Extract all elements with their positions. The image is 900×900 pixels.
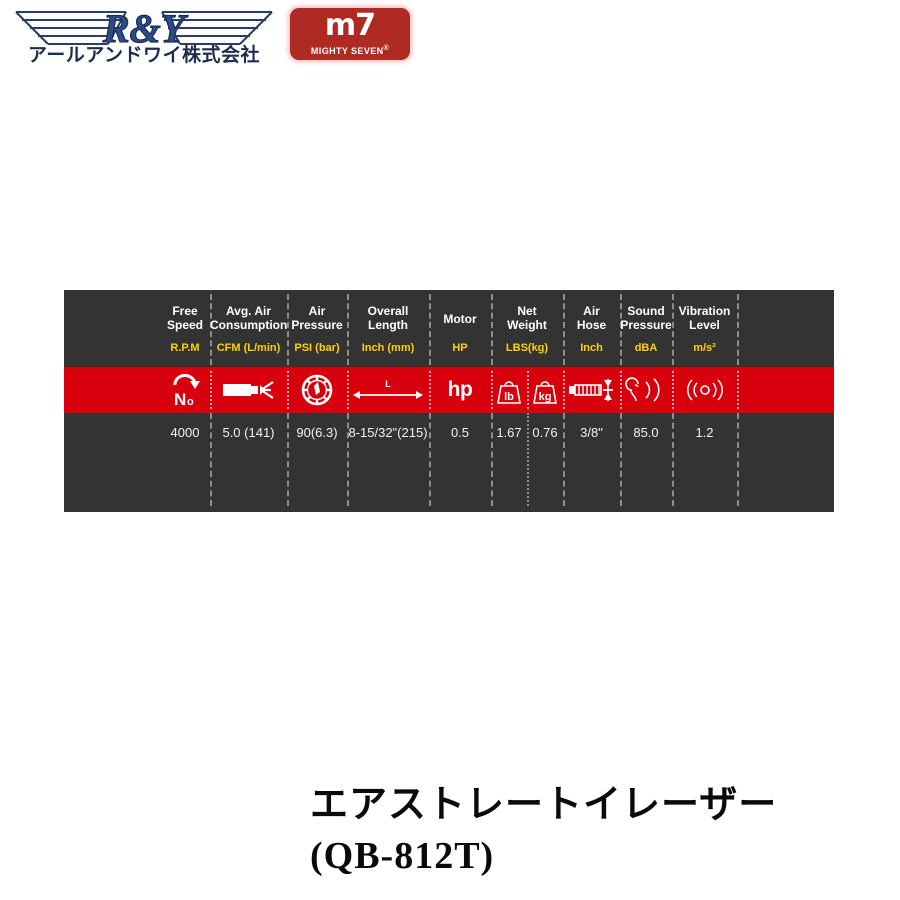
vibration-level-icon	[672, 367, 737, 413]
header-label: Avg. Air Consumption	[210, 304, 288, 332]
header-unit: dBA	[634, 342, 658, 354]
header-logo-bar: R&Y アールアンドワイ株式会社 m7 MIGHTY SEVEN®	[0, 0, 900, 80]
ry-company-subtitle: アールアンドワイ株式会社	[27, 44, 261, 66]
no-load-speed-glyph: N o	[173, 374, 200, 408]
air-hose-glyph	[568, 379, 613, 401]
header-free-speed: Free Speed R.P.M	[160, 290, 210, 367]
air-pressure-gauge-icon	[287, 367, 347, 413]
header-label: Air Pressure	[291, 304, 343, 332]
value-vibration-level: 1.2	[695, 425, 714, 440]
header-unit: Inch (mm)	[361, 342, 415, 354]
header-air-hose: Air Hose Inch	[563, 290, 620, 367]
value-overall-length: 8-15/32"(215)	[348, 425, 428, 440]
product-model-line2: (QB-812T)	[310, 835, 495, 877]
weight-kg-glyph: kg	[533, 381, 557, 404]
product-name-line1: エアストレートイレーザー	[310, 782, 778, 826]
value-air-pressure: 90(6.3)	[296, 425, 338, 440]
svg-text:lb: lb	[504, 391, 514, 403]
svg-text:N: N	[174, 390, 186, 408]
header-unit: LBS(kg)	[505, 342, 549, 354]
product-caption: エアストレートイレーザー (QB-812T)	[310, 778, 900, 882]
hp-label: hp	[447, 378, 473, 401]
hp-text-icon: hp	[429, 367, 491, 413]
header-vibration-level: Vibration Level m/s²	[672, 290, 737, 367]
m7-brand-logo: m7 MIGHTY SEVEN®	[290, 8, 410, 60]
header-label: Vibration Level	[678, 304, 731, 332]
column-divider	[737, 371, 739, 409]
header-net-weight: Net Weight LBS(kg)	[491, 290, 563, 367]
value-net-weight-kg: 0.76	[532, 425, 558, 440]
sound-pressure-glyph	[625, 377, 660, 402]
header-unit: HP	[452, 342, 468, 354]
table-icon-row: N o L hp lb kg	[64, 367, 834, 413]
header-motor: Motor HP	[429, 290, 491, 367]
value-sound-pressure: 85.0	[633, 425, 659, 440]
weight-lb-glyph: lb	[497, 381, 521, 404]
header-unit: R.P.M	[170, 342, 200, 354]
weight-kg-icon: kg	[527, 367, 563, 413]
overall-length-icon: L	[347, 367, 429, 413]
value-net-weight-lb: 1.67	[496, 425, 522, 440]
header-label: Free Speed	[166, 304, 203, 332]
header-air-pressure: Air Pressure PSI (bar)	[287, 290, 347, 367]
column-divider	[737, 294, 739, 365]
table-value-row: 4000 5.0 (141) 90(6.3) 8-15/32"(215) 0.5…	[64, 413, 834, 512]
header-label: Net Weight	[507, 304, 547, 332]
m7-subtitle: MIGHTY SEVEN®	[290, 42, 410, 56]
header-unit: CFM (L/min)	[216, 342, 281, 354]
svg-text:kg: kg	[539, 391, 552, 403]
overall-length-glyph: L	[353, 379, 423, 399]
length-label: L	[385, 379, 391, 389]
table-header-row: Free Speed R.P.M Avg. Air Consumption CFM …	[64, 290, 834, 367]
registered-mark-icon: ®	[383, 45, 390, 52]
vibration-level-glyph	[686, 379, 723, 401]
header-label: Motor	[443, 312, 477, 326]
m7-subtitle-text: MIGHTY SEVEN	[310, 46, 384, 56]
header-label: Sound Pressure	[620, 304, 672, 332]
header-label: Overall Length	[367, 304, 409, 332]
ry-company-logo: R&Y アールアンドワイ株式会社	[8, 2, 280, 66]
sound-pressure-ear-icon	[620, 367, 672, 413]
header-sound-pressure: Sound Pressure dBA	[620, 290, 672, 367]
header-air-consumption: Avg. Air Consumption CFM (L/min)	[210, 290, 287, 367]
air-pressure-glyph	[301, 374, 333, 406]
header-unit: Inch	[580, 342, 603, 354]
column-divider	[737, 413, 739, 506]
air-consumption-icon	[210, 367, 287, 413]
header-overall-length: Overall Length Inch (mm)	[347, 290, 429, 367]
air-hose-icon	[563, 367, 620, 413]
value-air-consumption: 5.0 (141)	[222, 425, 275, 440]
header-unit: m/s²	[693, 342, 716, 354]
m7-mark-text: m7	[324, 8, 376, 43]
air-consumption-glyph	[222, 381, 274, 399]
value-air-hose: 3/8"	[580, 425, 603, 440]
header-label: Air Hose	[576, 304, 607, 332]
weight-lb-icon: lb	[491, 367, 527, 413]
value-free-speed: 4000	[170, 425, 200, 440]
specification-table: Free Speed R.P.M Avg. Air Consumption CFM …	[64, 290, 834, 512]
no-load-speed-icon: N o	[160, 367, 210, 413]
svg-text:o: o	[187, 396, 194, 408]
header-unit: PSI (bar)	[294, 342, 340, 354]
value-motor: 0.5	[450, 425, 470, 440]
